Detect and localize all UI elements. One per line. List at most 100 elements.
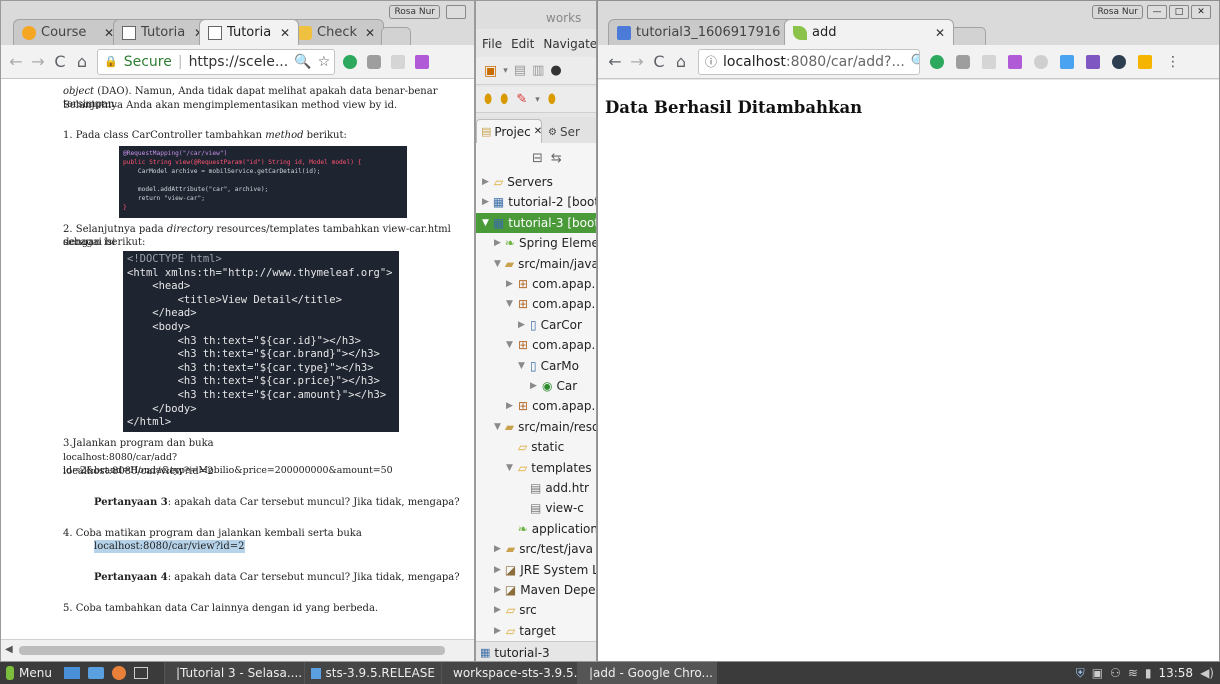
tree-item[interactable]: ▼ ▱ templates bbox=[476, 458, 596, 478]
tab-course[interactable]: Course ✕ bbox=[13, 19, 123, 45]
taskbar-window-workspace[interactable]: workspace-sts-3.9.5.... bbox=[441, 662, 589, 684]
extension-icon[interactable] bbox=[343, 54, 357, 69]
save-all-icon[interactable]: ▥ bbox=[532, 63, 544, 78]
tab-tutorial3-pdf[interactable]: tutorial3_1606917916 -✕ bbox=[608, 19, 798, 45]
minimize-button[interactable] bbox=[446, 5, 466, 19]
chevron-down-icon[interactable]: ▼ bbox=[482, 218, 489, 228]
profile-badge[interactable]: Rosa Nur bbox=[389, 5, 440, 19]
tree-item[interactable]: ▶ ▱ src bbox=[476, 600, 596, 620]
settings-extension-icon[interactable] bbox=[1112, 54, 1126, 69]
battery-icon[interactable]: ▮ bbox=[1145, 666, 1152, 680]
home-button[interactable]: ⌂ bbox=[71, 51, 93, 73]
terminal-icon[interactable] bbox=[134, 667, 148, 679]
collapse-all-icon[interactable]: ⊟ bbox=[532, 151, 543, 166]
chevron-right-icon[interactable]: ▶ bbox=[530, 381, 538, 391]
tab-project-explorer[interactable]: ▤ Projec ✕ bbox=[476, 119, 542, 143]
tab-tutorial-active[interactable]: Tutoria ✕ bbox=[199, 19, 299, 45]
tree-item[interactable]: ▶ ▰ src/test/java bbox=[476, 539, 596, 559]
forward-button[interactable]: → bbox=[27, 51, 49, 73]
tree-item[interactable]: ▱ static bbox=[476, 437, 596, 457]
chevron-right-icon[interactable]: ▶ bbox=[494, 585, 501, 595]
start-menu-button[interactable]: Menu bbox=[0, 662, 58, 684]
save-icon[interactable]: ▤ bbox=[514, 63, 526, 78]
folder-open-icon[interactable]: ⬮ bbox=[484, 92, 492, 107]
tree-item[interactable]: ▶ ❧ Spring Eleme bbox=[476, 233, 596, 253]
zoom-icon[interactable]: 🔍 bbox=[294, 54, 311, 70]
chevron-down-icon[interactable]: ▾ bbox=[535, 95, 540, 105]
firefox-icon[interactable] bbox=[112, 666, 126, 680]
shield-icon[interactable]: ⛨ bbox=[1076, 666, 1085, 681]
forward-button[interactable]: → bbox=[626, 51, 648, 73]
tree-item[interactable]: ▶ ▱ Servers bbox=[476, 172, 596, 192]
tree-item[interactable]: ▼▦tutorial-3 [boot] [ bbox=[476, 212, 596, 233]
zoom-icon[interactable]: 🔍 bbox=[911, 54, 919, 70]
user-icon[interactable]: ⚇ bbox=[1110, 666, 1121, 680]
camera-extension-icon[interactable] bbox=[367, 54, 381, 69]
maximize-button[interactable]: □ bbox=[1169, 5, 1189, 19]
profile-badge[interactable]: Rosa Nur bbox=[1092, 5, 1143, 19]
menu-file[interactable]: File bbox=[482, 37, 502, 51]
tree-item[interactable]: ▼ ▯ CarMo bbox=[476, 356, 596, 376]
tree-item[interactable]: ▼ ⊞ com.apap. bbox=[476, 335, 596, 355]
step-4-highlighted-url[interactable]: localhost:8080/car/view?id=2 bbox=[94, 540, 245, 553]
kebab-menu-icon[interactable]: ⋮ bbox=[1166, 54, 1180, 70]
chevron-right-icon[interactable]: ▶ bbox=[518, 320, 526, 330]
chevron-right-icon[interactable]: ▶ bbox=[506, 401, 514, 411]
chevron-right-icon[interactable]: ▶ bbox=[506, 279, 514, 289]
scrollbar-thumb[interactable] bbox=[19, 646, 445, 655]
chevron-down-icon[interactable]: ▼ bbox=[494, 422, 501, 432]
files-icon[interactable] bbox=[88, 667, 104, 679]
tree-item[interactable]: ▼ ▰ src/main/java bbox=[476, 254, 596, 274]
clock[interactable]: 13:58 bbox=[1158, 666, 1193, 680]
debug-icon[interactable]: ● bbox=[550, 63, 561, 78]
tab-tutorial-1[interactable]: Tutoria✕ bbox=[113, 19, 213, 45]
new-tab-button[interactable] bbox=[950, 27, 986, 45]
tab-check[interactable]: Check ✕ bbox=[289, 19, 384, 45]
chevron-right-icon[interactable]: ▶ bbox=[494, 565, 501, 575]
new-tab-button[interactable] bbox=[381, 27, 411, 45]
folder-icon[interactable]: ⬮ bbox=[500, 92, 508, 107]
open-type-icon[interactable]: ⬮ bbox=[548, 92, 556, 107]
extension-icon[interactable] bbox=[930, 54, 944, 69]
grid-extension-icon[interactable] bbox=[391, 54, 405, 69]
tree-item[interactable]: ▶ ⊞ com.apap. bbox=[476, 396, 596, 416]
scroll-left-icon[interactable]: ◀ bbox=[5, 644, 13, 655]
reload-button[interactable]: C bbox=[49, 51, 71, 73]
tree-item[interactable]: ▶▦tutorial-2 [boot] [ bbox=[476, 192, 596, 212]
chevron-down-icon[interactable]: ▼ bbox=[494, 259, 501, 269]
tree-item[interactable]: ▼ ▰ src/main/reso bbox=[476, 417, 596, 437]
reload-button[interactable]: C bbox=[648, 51, 670, 73]
menu-navigate[interactable]: Navigate bbox=[543, 37, 596, 51]
tree-item[interactable]: ▤ add.htr bbox=[476, 478, 596, 498]
taskbar-window-add-chrome[interactable]: |add - Google Chro... bbox=[577, 662, 717, 684]
chevron-right-icon[interactable]: ▶ bbox=[494, 605, 502, 615]
link-editor-icon[interactable]: ⇆ bbox=[551, 151, 562, 166]
wifi-icon[interactable]: ≋ bbox=[1128, 666, 1138, 680]
address-bar[interactable]: 🔒 Secure | https://scele... 🔍 ☆ bbox=[97, 48, 335, 75]
menu-edit[interactable]: Edit bbox=[511, 37, 534, 51]
tree-item[interactable]: ❧ application bbox=[476, 519, 596, 539]
tab-add[interactable]: add ✕ bbox=[784, 19, 954, 45]
horizontal-scrollbar[interactable]: ◀ bbox=[1, 639, 474, 661]
tree-item[interactable]: ▶ ◪ JRE System Li bbox=[476, 560, 596, 580]
volume-icon[interactable]: ◀) bbox=[1200, 666, 1214, 680]
grid-extension-icon[interactable] bbox=[982, 54, 996, 69]
back-button[interactable]: ← bbox=[604, 51, 626, 73]
chevron-down-icon[interactable]: ▾ bbox=[503, 66, 508, 76]
tree-item[interactable]: ▶ ◪ Maven Deper bbox=[476, 580, 596, 600]
chevron-down-icon[interactable]: ▼ bbox=[518, 361, 526, 371]
pocket-extension-icon[interactable] bbox=[415, 54, 429, 69]
chevron-down-icon[interactable]: ▼ bbox=[506, 340, 514, 350]
tree-item[interactable]: ▶ ▯ CarCor bbox=[476, 315, 596, 335]
close-window-button[interactable]: ✕ bbox=[1191, 5, 1211, 19]
chevron-right-icon[interactable]: ▶ bbox=[482, 197, 489, 207]
address-bar[interactable]: ⓘ localhost:8080/car/add?... 🔍 ☆ bbox=[698, 48, 920, 75]
close-icon[interactable]: ✕ bbox=[280, 26, 290, 40]
bookmark-star-icon[interactable]: ☆ bbox=[318, 54, 331, 70]
tree-item[interactable]: ▶ ⊞ com.apap. bbox=[476, 274, 596, 294]
close-icon[interactable]: ✕ bbox=[365, 26, 375, 40]
show-desktop-icon[interactable] bbox=[64, 667, 80, 679]
back-button[interactable]: ← bbox=[5, 51, 27, 73]
disabled-extension-icon[interactable] bbox=[1034, 54, 1048, 69]
close-icon[interactable]: ✕ bbox=[534, 126, 542, 137]
